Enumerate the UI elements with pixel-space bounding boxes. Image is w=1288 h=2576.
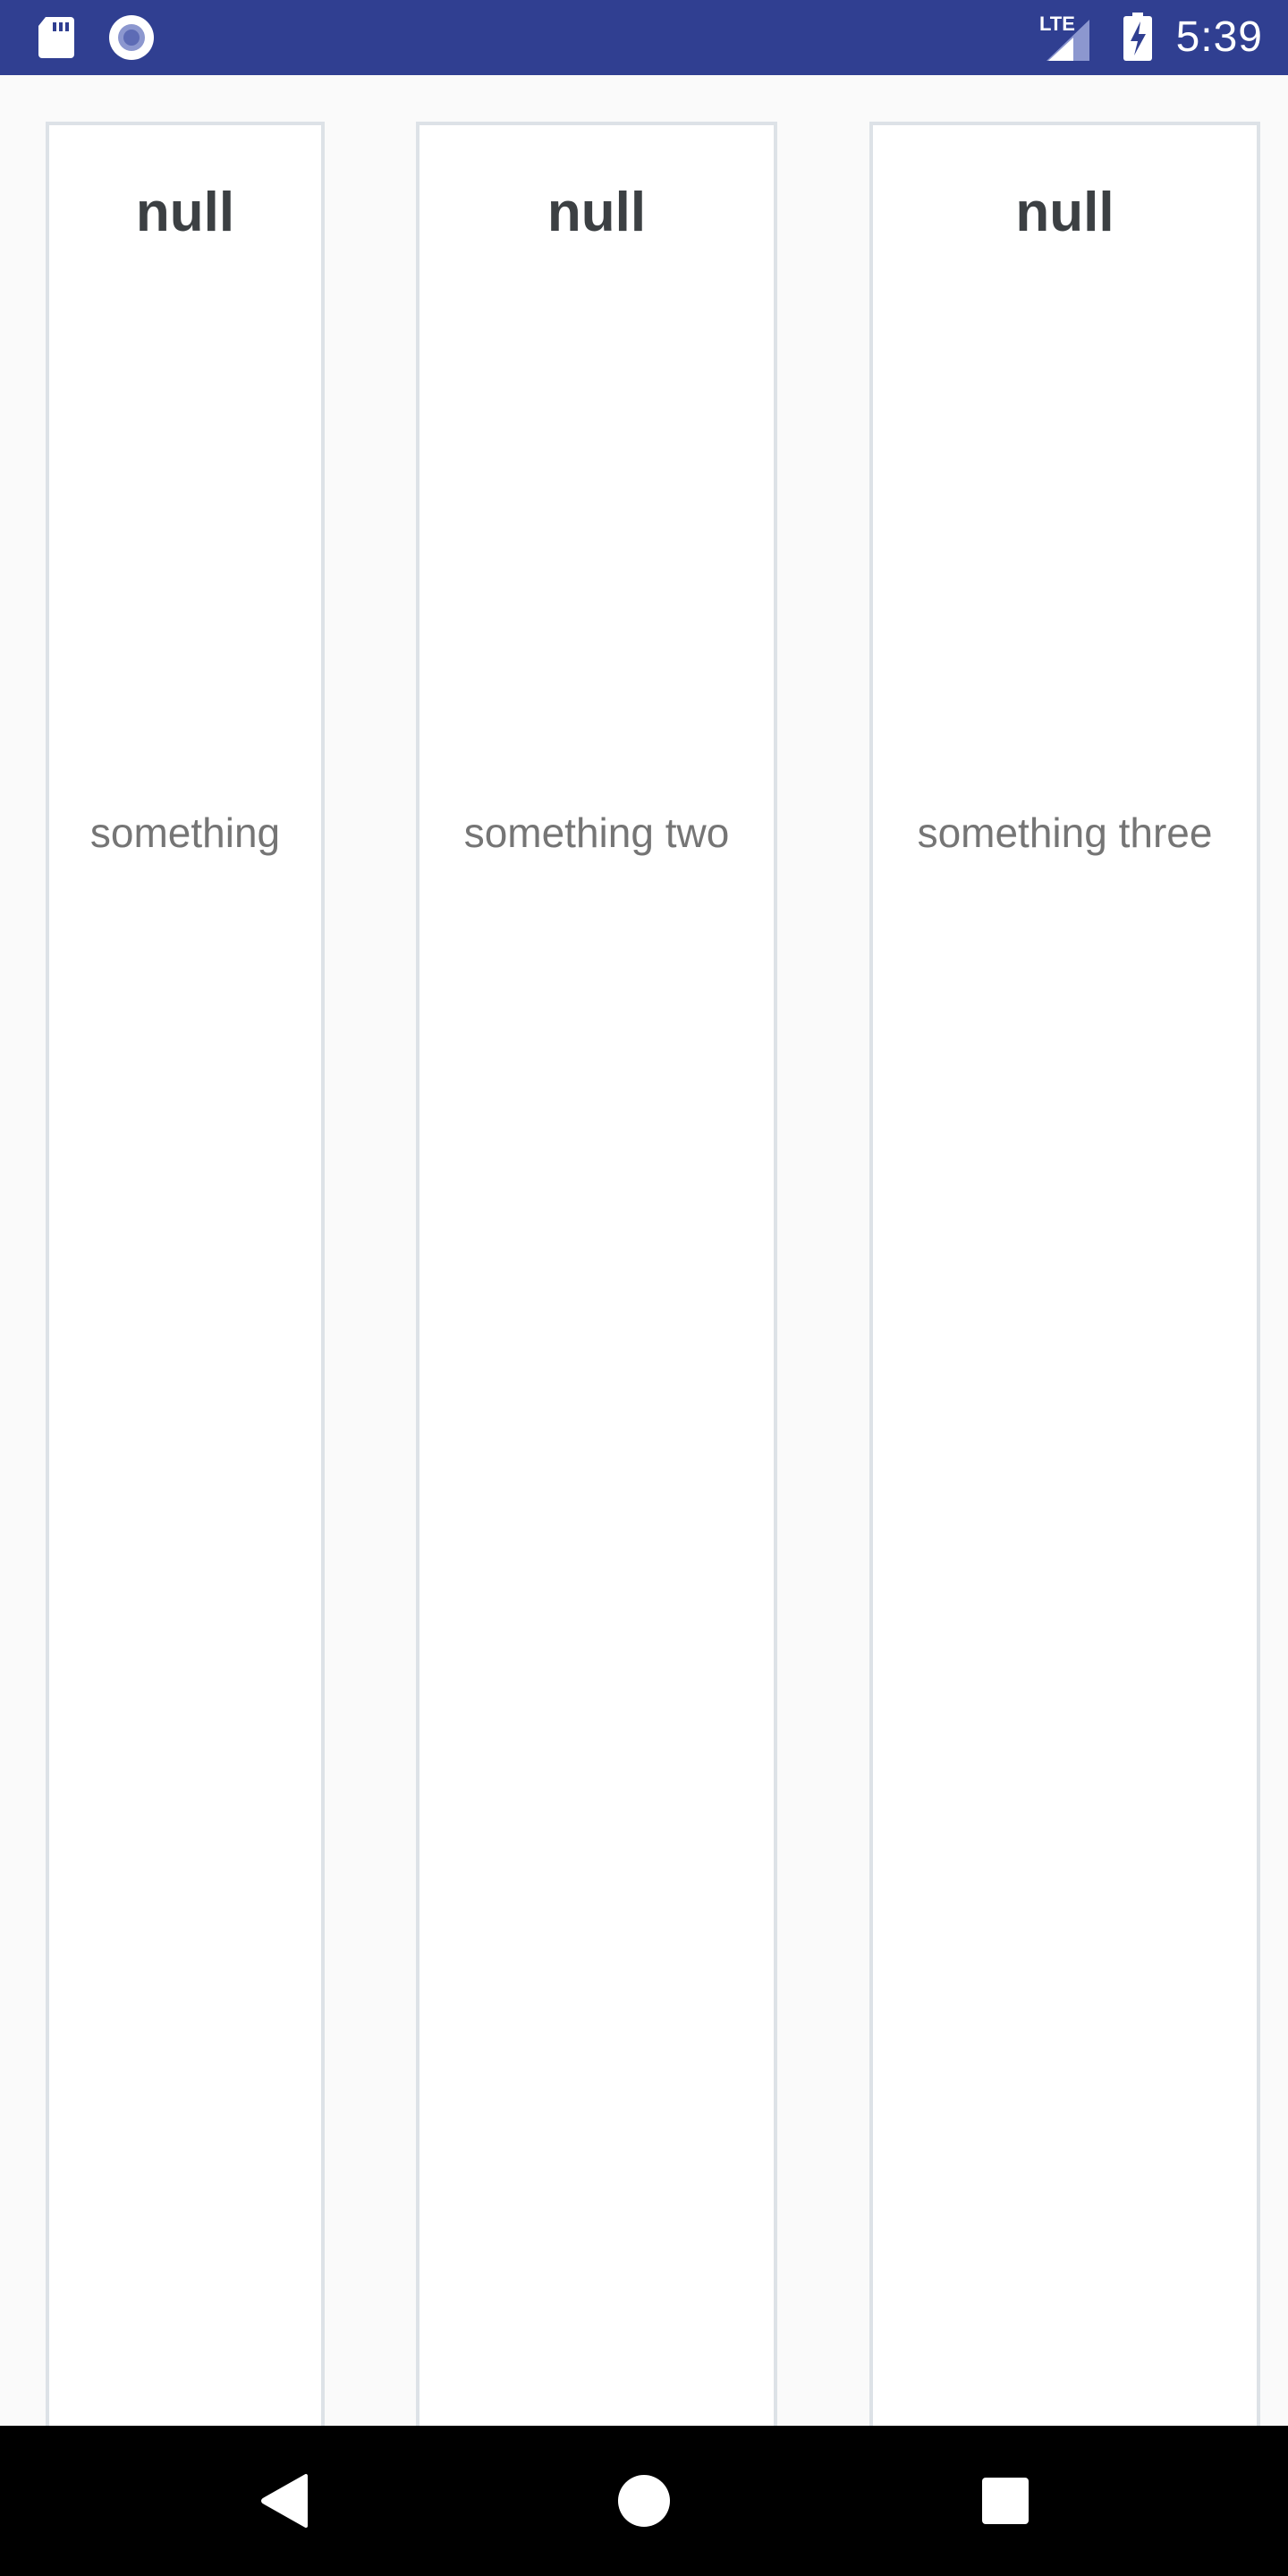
card-text: something three	[917, 809, 1213, 856]
recents-button[interactable]	[952, 2426, 1059, 2576]
back-button[interactable]	[231, 2426, 338, 2576]
back-icon	[261, 2474, 308, 2528]
screen: LTE 5:39 null something null something t…	[0, 0, 1288, 2576]
home-button[interactable]	[590, 2426, 698, 2576]
lte-label: LTE	[1039, 13, 1075, 35]
lte-signal-icon: LTE	[1038, 0, 1100, 75]
recents-icon	[982, 2478, 1029, 2524]
status-bar: LTE 5:39	[0, 0, 1288, 75]
card-2[interactable]: null something two	[416, 122, 777, 2426]
battery-charging-icon	[1120, 0, 1156, 75]
home-icon	[618, 2475, 670, 2527]
card-title: null	[135, 182, 235, 243]
card-text: something	[89, 809, 281, 856]
sync-icon	[107, 0, 156, 75]
card-title: null	[1015, 182, 1114, 243]
sd-card-icon	[36, 0, 77, 75]
navigation-bar	[0, 2426, 1288, 2576]
card-title: null	[547, 182, 647, 243]
card-3[interactable]: null something three	[869, 122, 1260, 2426]
status-clock: 5:39	[1175, 13, 1263, 61]
card-text: something two	[463, 809, 730, 856]
card-1[interactable]: null something	[46, 122, 325, 2426]
